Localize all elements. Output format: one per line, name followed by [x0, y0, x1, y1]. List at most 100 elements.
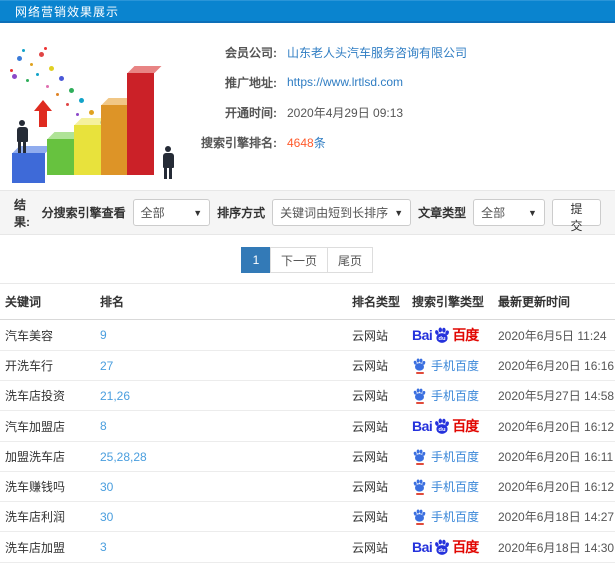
illustration-bar-green: [47, 132, 81, 175]
engine-filter-value: 全部: [140, 206, 165, 220]
article-type-value: 全部: [481, 206, 506, 220]
rankings-table: 关键词 排名 排名类型 搜索引擎类型 最新更新时间 汽车美容 9 云网站 Bai…: [0, 283, 615, 563]
rank-type-cell: 云网站: [347, 380, 407, 411]
table-row: 洗车赚钱吗 30 云网站 Bai du 百度: [0, 471, 615, 502]
rank-type-cell: 云网站: [347, 471, 407, 502]
submit-button[interactable]: 提交: [551, 199, 601, 233]
rank-count-value: 4648条: [287, 134, 615, 151]
baidu-paw-icon: du: [435, 539, 450, 555]
rank-link[interactable]: 25,28,28: [100, 450, 147, 464]
company-label: 会员公司:: [225, 45, 277, 60]
baidu-paw-icon: du: [435, 418, 450, 434]
filter-controls: 分搜索引擎查看 全部 ▼ 排序方式 关键词由短到长排序 ▼ 文章类型 全部 ▼ …: [41, 199, 601, 233]
mobile-baidu-paw-icon: [413, 358, 426, 371]
updated-cell: 2020年6月20日 16:12: [493, 410, 615, 442]
engine-cell: Bai du 百度: [407, 319, 493, 351]
header-engine-type: 搜索引擎类型: [407, 283, 493, 320]
updated-cell: 2020年6月20日 16:12: [493, 471, 615, 502]
pagination-page-1[interactable]: 1: [240, 247, 271, 273]
table-header-row: 关键词 排名 排名类型 搜索引擎类型 最新更新时间: [0, 283, 615, 320]
result-label: 结果:: [14, 197, 30, 229]
rank-cell: 8: [95, 410, 347, 442]
baidu-pc-logo: Bai du 百度: [412, 539, 479, 555]
mobile-baidu-paw-icon: [413, 449, 426, 462]
engine-cell: Bai du 百度: [407, 501, 493, 532]
rank-count-label: 搜索引擎排名:: [201, 135, 277, 150]
baidu-pc-logo: Bai du 百度: [412, 418, 479, 434]
bar-chart-illustration: [0, 31, 182, 189]
engine-cell: Bai du 百度: [407, 380, 493, 411]
engine-filter-label: 分搜索引擎查看: [41, 206, 126, 220]
pagination-last[interactable]: 尾页: [327, 247, 374, 273]
info-row-url: 推广地址: https://www.lrtlsd.com: [182, 67, 615, 97]
keyword-cell: 加盟洗车店: [0, 441, 95, 472]
table-row: 开洗车行 27 云网站 Bai du 百度: [0, 350, 615, 381]
chevron-down-icon: ▼: [394, 207, 404, 218]
promo-url-link[interactable]: https://www.lrtlsd.com: [287, 75, 403, 89]
mobile-baidu-label: 手机百度: [431, 359, 480, 373]
rank-count-suffix: 条: [313, 135, 326, 150]
rank-type-cell: 云网站: [347, 410, 407, 442]
rank-link[interactable]: 8: [100, 419, 107, 433]
mobile-baidu-logo: 手机百度: [412, 478, 479, 495]
updated-cell: 2020年6月5日 11:24: [493, 319, 615, 351]
svg-text:du: du: [439, 427, 447, 433]
updated-cell: 2020年5月27日 14:58: [493, 380, 615, 411]
company-link[interactable]: 山东老人头汽车服务咨询有限公司: [287, 46, 467, 60]
businessman-figure-left: [14, 120, 30, 153]
mobile-baidu-redline: [415, 372, 424, 374]
illustration-bar-red: [127, 66, 161, 175]
article-type-select[interactable]: 全部 ▼: [473, 199, 545, 226]
rank-link[interactable]: 3: [100, 540, 107, 554]
mobile-baidu-label: 手机百度: [431, 450, 480, 464]
businessman-figure-right: [160, 146, 176, 179]
illustration-bar-blue: [12, 146, 52, 183]
mobile-baidu-redline: [415, 402, 424, 404]
app-header: 网络营销效果展示: [0, 0, 615, 23]
engine-filter-select[interactable]: 全部 ▼: [132, 199, 211, 226]
rank-count-number: 4648: [287, 135, 314, 150]
svg-text:du: du: [439, 548, 447, 554]
sort-value: 关键词由短到长排序: [280, 206, 389, 220]
info-row-rank-count: 搜索引擎排名: 4648条: [182, 127, 615, 157]
confetti-dots: [10, 69, 13, 72]
keyword-cell: 洗车店投资: [0, 380, 95, 411]
rank-type-cell: 云网站: [347, 350, 407, 381]
engine-cell: Bai du 百度: [407, 350, 493, 381]
rank-link[interactable]: 30: [100, 510, 113, 524]
rank-link[interactable]: 21,26: [100, 389, 130, 403]
rank-link[interactable]: 9: [100, 328, 107, 342]
keyword-cell: 洗车店利润: [0, 501, 95, 532]
rank-type-cell: 云网站: [347, 441, 407, 472]
keyword-cell: 汽车美容: [0, 319, 95, 351]
sort-select[interactable]: 关键词由短到长排序 ▼: [272, 199, 412, 226]
rank-link[interactable]: 27: [100, 359, 113, 373]
header-rank: 排名: [95, 283, 347, 320]
mobile-baidu-paw-icon: [413, 388, 426, 401]
article-type-label: 文章类型: [418, 206, 467, 220]
table-row: 汽车美容 9 云网站 Bai du 百度 2020年6月5日 11:24: [0, 319, 615, 351]
filter-bar: 结果: 分搜索引擎查看 全部 ▼ 排序方式 关键词由短到长排序 ▼ 文章类型 全…: [0, 190, 615, 235]
open-time-label: 开通时间:: [225, 105, 277, 120]
mobile-baidu-logo: 手机百度: [412, 448, 479, 465]
table-row: 洗车店投资 21,26 云网站 Bai du 百度: [0, 380, 615, 411]
updated-cell: 2020年6月18日 14:27: [493, 501, 615, 532]
table-row: 加盟洗车店 25,28,28 云网站 Bai du 百度: [0, 441, 615, 472]
keyword-cell: 汽车加盟店: [0, 410, 95, 442]
baidu-pc-logo: Bai du 百度: [412, 327, 479, 343]
header-updated: 最新更新时间: [493, 283, 615, 320]
keyword-cell: 洗车店加盟: [0, 531, 95, 563]
pagination: 1 下一页 尾页: [0, 235, 615, 283]
rank-cell: 30: [95, 501, 347, 532]
mobile-baidu-label: 手机百度: [431, 389, 480, 403]
mobile-baidu-logo: 手机百度: [412, 387, 479, 404]
engine-cell: Bai du 百度: [407, 471, 493, 502]
mobile-baidu-paw-icon: [413, 479, 426, 492]
rank-link[interactable]: 30: [100, 480, 113, 494]
rank-type-cell: 云网站: [347, 501, 407, 532]
pagination-next[interactable]: 下一页: [269, 247, 328, 273]
table-row: 洗车店加盟 3 云网站 Bai du 百度 2020年6月18日 14:30: [0, 531, 615, 563]
sort-label: 排序方式: [217, 206, 266, 220]
info-row-open-time: 开通时间: 2020年4月29日 09:13: [182, 97, 615, 127]
promo-url-label: 推广地址:: [225, 75, 277, 90]
